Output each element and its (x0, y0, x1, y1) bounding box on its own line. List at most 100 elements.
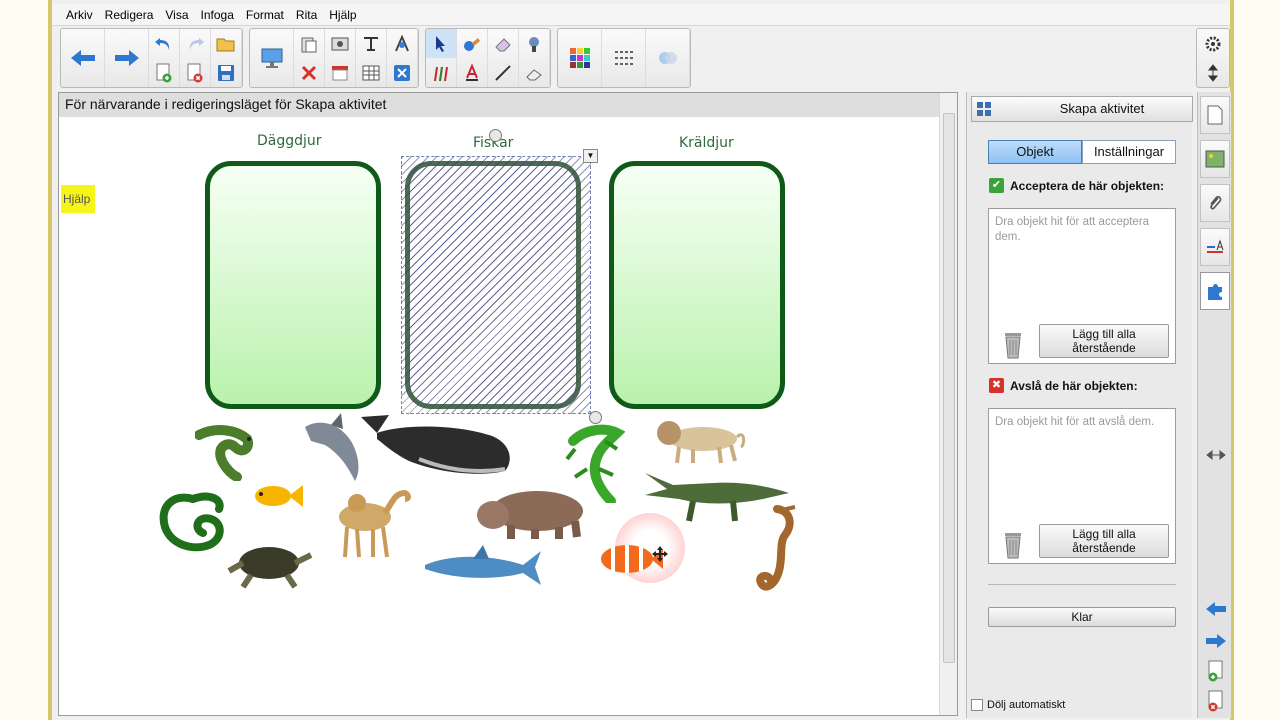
select-tool-button[interactable] (426, 29, 457, 58)
previous-page-icon[interactable] (1205, 598, 1227, 620)
new-page-button[interactable] (149, 58, 180, 87)
color-button[interactable] (558, 29, 602, 87)
forward-button[interactable] (105, 29, 149, 87)
toolbar-group-drawing (425, 28, 551, 88)
whiteboard-canvas[interactable]: För närvarande i redigeringsläget för Sk… (58, 92, 958, 716)
autohide-checkbox[interactable] (971, 699, 983, 711)
text-icon (466, 63, 478, 81)
accept-section-label: ✔ Acceptera de här objekten: (989, 178, 1164, 193)
table-button[interactable] (356, 58, 387, 87)
tab-page-sorter[interactable] (1200, 96, 1230, 134)
open-button[interactable] (211, 29, 242, 58)
line-style-button[interactable] (602, 29, 646, 87)
line-tool-button[interactable] (488, 58, 519, 87)
eel-image[interactable] (195, 425, 259, 481)
menu-arkiv[interactable]: Arkiv (60, 8, 99, 22)
lion-image[interactable] (653, 419, 747, 465)
reptiles-drop-box[interactable] (609, 161, 785, 409)
reject-label-text: Avslå de här objekten: (1010, 378, 1138, 393)
resize-horizontal-icon[interactable] (1205, 444, 1227, 466)
page-icon (1207, 105, 1223, 125)
delete-page-button[interactable] (180, 58, 211, 87)
menu-redigera[interactable]: Redigera (99, 8, 160, 22)
eraser-tool-button[interactable] (488, 29, 519, 58)
back-arrow-icon (70, 50, 95, 66)
panel-title-bar[interactable]: Skapa aktivitet (971, 96, 1193, 122)
snake-image[interactable] (153, 489, 227, 561)
help-button[interactable]: Hjälp (61, 185, 95, 213)
vertical-scrollbar[interactable] (939, 93, 957, 715)
camel-image[interactable] (333, 487, 413, 559)
next-page-icon[interactable] (1205, 630, 1227, 652)
screen-capture-button[interactable] (325, 29, 356, 58)
category-label-mammals: Däggdjur (257, 133, 322, 149)
redo-icon (189, 37, 204, 50)
text-color-button[interactable] (457, 58, 488, 87)
menu-infoga[interactable]: Infoga (195, 8, 240, 22)
seahorse-image[interactable] (753, 505, 803, 599)
menu-visa[interactable]: Visa (159, 8, 194, 22)
add-page-icon[interactable] (1205, 660, 1227, 682)
screen-shade-button[interactable] (325, 58, 356, 87)
done-button[interactable]: Klar (988, 607, 1176, 627)
tab-gallery[interactable] (1200, 140, 1230, 178)
tab-properties[interactable] (1200, 228, 1230, 266)
scrollbar-thumb[interactable] (943, 113, 955, 663)
mammals-drop-box[interactable] (205, 161, 381, 409)
trash-icon[interactable] (1003, 529, 1023, 559)
tab-installningar[interactable]: Inställningar (1082, 140, 1176, 164)
transparency-icon (658, 52, 677, 64)
text-tool-button[interactable] (356, 29, 387, 58)
shark-image[interactable] (423, 545, 543, 591)
tab-attachments[interactable] (1200, 184, 1230, 222)
tab-addons[interactable] (1200, 272, 1230, 310)
transparency-button[interactable] (646, 29, 690, 87)
autohide-option[interactable]: Dölj automatiskt (971, 699, 1065, 711)
resize-vertical-icon[interactable] (1207, 63, 1219, 82)
add-remaining-accept-button[interactable]: Lägg till alla återstående (1039, 324, 1169, 358)
rotate-handle[interactable] (489, 129, 502, 142)
magic-pen-button[interactable] (519, 29, 550, 58)
autohide-label: Dölj automatiskt (987, 699, 1066, 711)
measure-button[interactable] (387, 29, 418, 58)
add-remaining-reject-button[interactable]: Lägg till alla återstående (1039, 524, 1169, 558)
hippo-image[interactable] (475, 485, 587, 541)
delete-button[interactable] (294, 58, 325, 87)
panel-title: Skapa aktivitet (1059, 101, 1145, 116)
tab-objekt[interactable]: Objekt (988, 140, 1082, 164)
goldfish-image[interactable] (249, 481, 305, 511)
reject-drop-zone[interactable]: Dra objekt hit för att avslå dem. Lägg t… (988, 408, 1176, 564)
whale-image[interactable] (359, 411, 519, 479)
new-page-icon (156, 63, 172, 82)
trash-icon[interactable] (1003, 329, 1023, 359)
display-button[interactable] (250, 29, 294, 87)
fill-tool-button[interactable] (457, 29, 488, 58)
menu-format[interactable]: Format (240, 8, 290, 22)
menu-rita[interactable]: Rita (290, 8, 323, 22)
paste-icon (301, 37, 317, 52)
undo-button[interactable] (149, 29, 180, 58)
clear-button[interactable] (387, 58, 418, 87)
panel-divider (988, 584, 1176, 585)
x-icon: ✖ (989, 378, 1004, 393)
magic-pen-icon (529, 36, 539, 52)
object-menu-dropdown[interactable]: ▼ (583, 149, 598, 163)
delete-page-icon[interactable] (1205, 690, 1227, 712)
undo-icon (155, 37, 170, 50)
delete-icon (301, 65, 317, 80)
save-button[interactable] (211, 58, 242, 87)
toolbar-group-navigation (60, 28, 243, 88)
application-window: Arkiv Redigera Visa Infoga Format Rita H… (48, 0, 1234, 720)
gear-icon[interactable] (1204, 35, 1222, 53)
screen-shade-icon (332, 65, 348, 80)
menu-hjalp[interactable]: Hjälp (323, 8, 362, 22)
redo-button[interactable] (180, 29, 211, 58)
pen-tool-button[interactable] (426, 58, 457, 87)
selection-frame[interactable] (401, 156, 591, 414)
eraser2-tool-button[interactable] (519, 58, 550, 87)
paste-button[interactable] (294, 29, 325, 58)
accept-drop-zone[interactable]: Dra objekt hit för att acceptera dem. Lä… (988, 208, 1176, 364)
back-button[interactable] (61, 29, 105, 87)
turtle-image[interactable] (221, 541, 317, 589)
grid-icon (977, 102, 991, 116)
